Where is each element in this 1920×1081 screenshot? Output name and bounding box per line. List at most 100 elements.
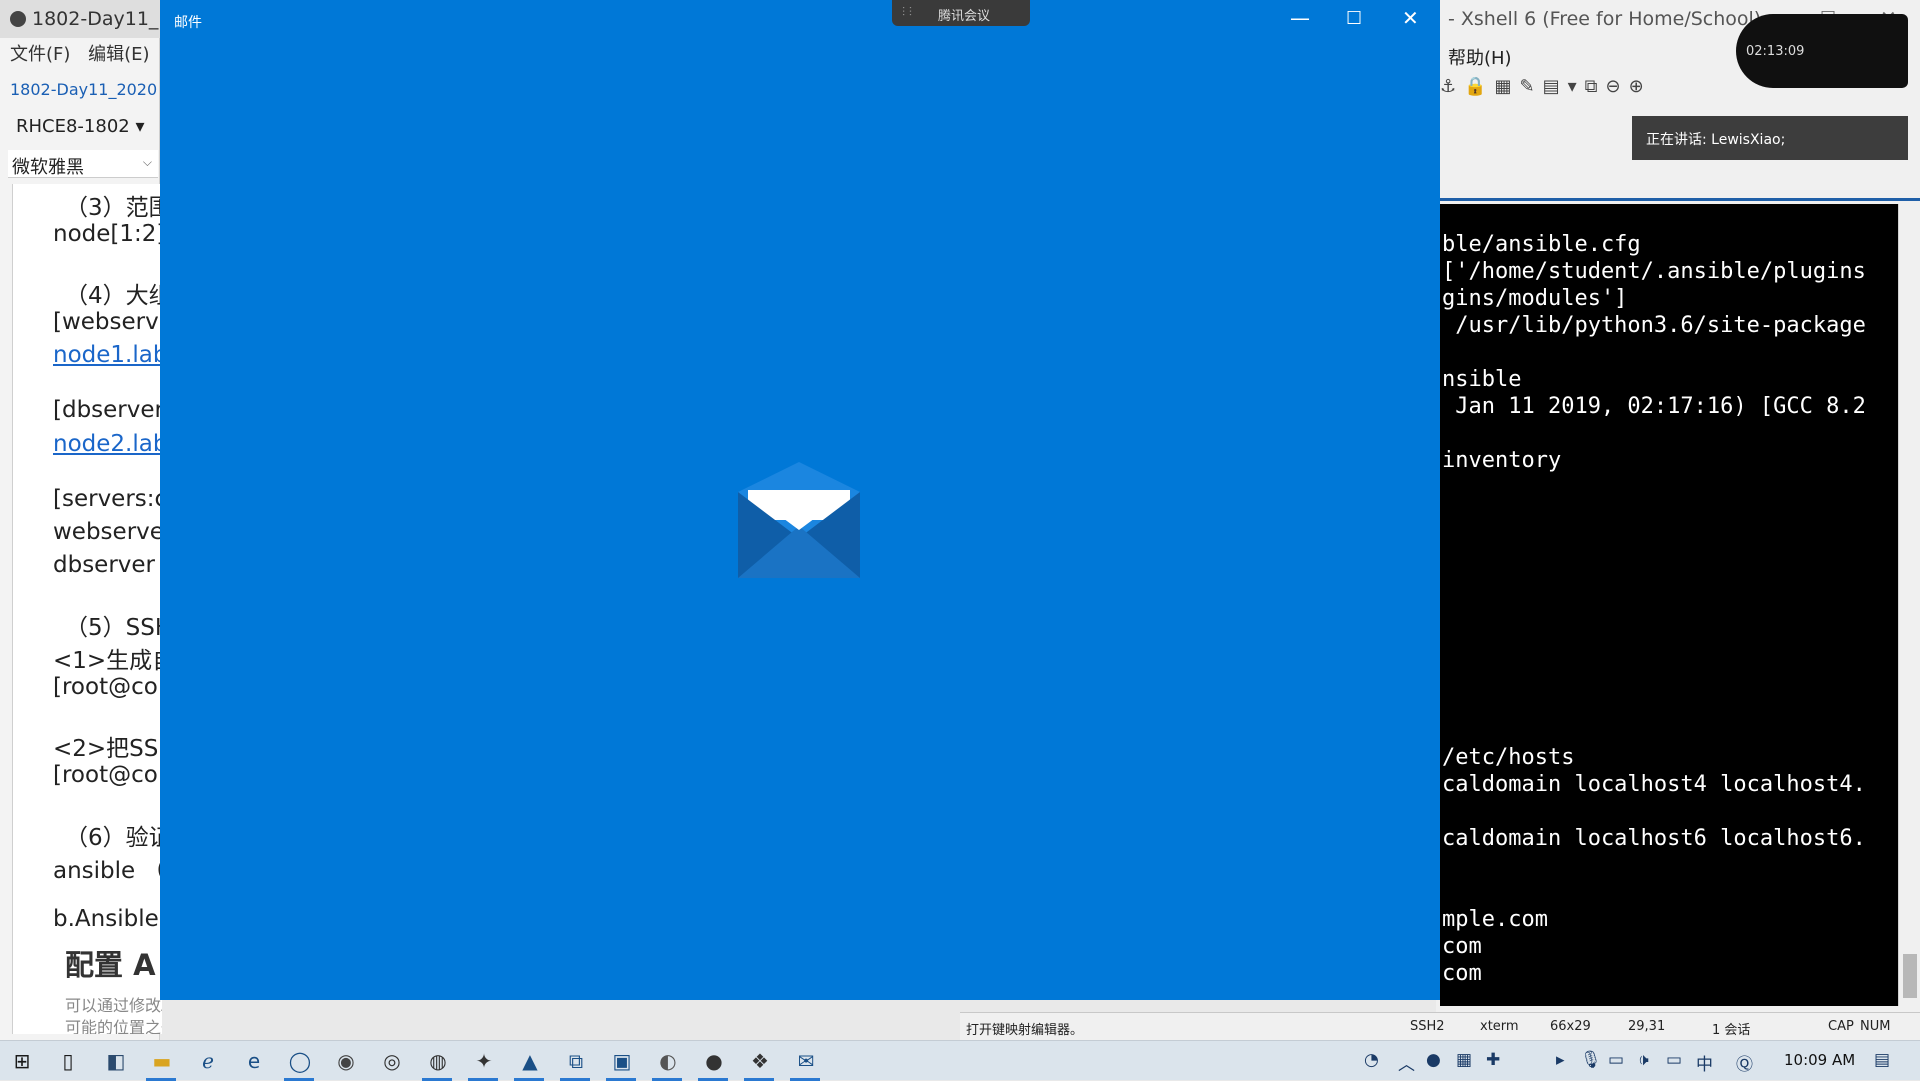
meeting-toolbar[interactable]: ⫶ ⫶ 腾讯会议 bbox=[892, 0, 1030, 26]
doc-line: <1>生成自 bbox=[53, 648, 162, 674]
volume-icon[interactable]: 🕩 bbox=[1638, 1050, 1649, 1070]
terminal-tab-bar bbox=[1440, 198, 1920, 201]
doc-line: dbserver bbox=[53, 552, 156, 578]
chevron-down-icon: ⌵ bbox=[142, 155, 152, 169]
microphone-icon[interactable]: 🎙 bbox=[1580, 1050, 1602, 1070]
app-tray-icon[interactable]: ● bbox=[1426, 1050, 1441, 1070]
qq-tray-icon[interactable]: Ⓠ bbox=[1736, 1050, 1753, 1075]
meeting-label: 腾讯会议 bbox=[938, 9, 991, 24]
terminal-output[interactable]: ble/ansible.cfg ['/home/student/.ansible/… bbox=[1440, 204, 1898, 1006]
terminal-line: com bbox=[1442, 934, 1482, 959]
obs-icon[interactable]: ◎ bbox=[380, 1049, 404, 1073]
terminal-line: ble/ansible.cfg bbox=[1442, 232, 1641, 257]
menu-help[interactable]: 帮助(H) bbox=[1448, 44, 1512, 70]
doc-line: [root@co bbox=[53, 674, 158, 700]
doc-link[interactable]: node2.lab bbox=[53, 431, 162, 457]
battery-icon[interactable]: ▭ bbox=[1608, 1050, 1624, 1070]
notification-icon[interactable]: ▤ bbox=[1874, 1050, 1890, 1070]
network-tray-icon[interactable]: ▦ bbox=[1456, 1050, 1472, 1070]
start-button[interactable]: ⊞ bbox=[10, 1049, 34, 1073]
terminal-icon[interactable]: ▣ bbox=[610, 1049, 634, 1073]
doc-line: <2>把SSH bbox=[53, 736, 162, 762]
media-icon[interactable]: ● bbox=[702, 1049, 726, 1073]
terminal-line: nsible bbox=[1442, 367, 1522, 392]
play-icon[interactable]: ▸ bbox=[1556, 1050, 1565, 1070]
clock[interactable]: 10:09 AM bbox=[1784, 1051, 1855, 1069]
task-view-icon[interactable]: ▯ bbox=[56, 1049, 80, 1073]
xmind-icon[interactable]: ✦ bbox=[472, 1049, 496, 1073]
chevron-up-icon[interactable]: ︿ bbox=[1398, 1050, 1415, 1075]
mail-icon[interactable]: ✉ bbox=[794, 1049, 818, 1073]
cortana-icon[interactable]: ◯ bbox=[288, 1049, 312, 1073]
player-icon[interactable]: ◍ bbox=[426, 1049, 450, 1073]
doc-line: （5）SSH bbox=[65, 615, 162, 641]
doc-line: （4）大组 bbox=[65, 283, 162, 309]
call-timer: 02:13:09 bbox=[1746, 44, 1805, 59]
document-body[interactable]: （3）范围 node[1:2] （4）大组 [webserve node1.la… bbox=[12, 184, 162, 1034]
edge-icon[interactable]: e bbox=[242, 1049, 266, 1073]
teamviewer-icon[interactable]: ⧉ bbox=[564, 1049, 588, 1073]
doc-line: ansible （ bbox=[53, 858, 162, 884]
terminal-line: /etc/hosts bbox=[1442, 745, 1575, 770]
editor-title-bar[interactable]: 1802-Day11_ bbox=[0, 0, 160, 38]
terminal-line: Jan 11 2019, 02:17:16) [GCC 8.2 bbox=[1442, 394, 1866, 419]
browser-icon[interactable]: ◐ bbox=[656, 1049, 680, 1073]
doc-paragraph: 可以通过修改Ansible配置文件中的设置来自定义Ansible安装的行为。An… bbox=[65, 996, 162, 1015]
editor-menubar: 文件(F) 编辑(E) bbox=[0, 40, 160, 68]
font-selector[interactable]: 微软雅黑 ⌵ bbox=[8, 150, 158, 178]
terminal-line: inventory bbox=[1442, 448, 1562, 473]
terminal-line: mple.com bbox=[1442, 907, 1548, 932]
doc-line: （6）验证 bbox=[65, 825, 162, 851]
menu-edit[interactable]: 编辑(E) bbox=[88, 44, 149, 65]
menu-file[interactable]: 文件(F) bbox=[10, 44, 70, 65]
minimize-button[interactable]: — bbox=[1290, 6, 1310, 30]
doc-line: webserve bbox=[53, 519, 162, 545]
close-button[interactable]: ✕ bbox=[1402, 6, 1419, 30]
qq-icon[interactable]: ❖ bbox=[748, 1049, 772, 1073]
app-icon[interactable]: ◧ bbox=[104, 1049, 128, 1073]
doc-heading: 配置 A bbox=[65, 948, 156, 982]
input-method-icon[interactable]: 中 bbox=[1696, 1050, 1713, 1075]
status-size: 66x29 bbox=[1550, 1019, 1591, 1034]
status-protocol: SSH2 bbox=[1410, 1019, 1445, 1034]
doc-line: [root@co bbox=[53, 762, 158, 788]
status-term: xterm bbox=[1480, 1019, 1519, 1034]
drag-handle-icon[interactable]: ⫶ ⫶ bbox=[902, 5, 912, 20]
app-tray-icon[interactable]: ✚ bbox=[1486, 1050, 1500, 1070]
note-tab[interactable]: 1802-Day11_2020 bbox=[10, 80, 157, 99]
app-logo-icon bbox=[10, 11, 26, 27]
terminal-scrollbar[interactable] bbox=[1898, 204, 1920, 1006]
terminal-line: caldomain localhost6 localhost6. bbox=[1442, 826, 1866, 851]
taskbar: ⊞ ▯ ◧ ▬ ℯ e ◯ ◉ ◎ ◍ ✦ ▲ ⧉ ▣ ◐ ● ❖ ✉ ◔ ︿ … bbox=[0, 1040, 1920, 1081]
status-sessions: 1 会话 bbox=[1712, 1023, 1751, 1038]
doc-paragraph: 可能的位置之一选择其配置文件。 bbox=[65, 1018, 162, 1034]
chrome-icon[interactable]: ◉ bbox=[334, 1049, 358, 1073]
notebook-selector[interactable]: RHCE8-1802 ▾ bbox=[16, 116, 145, 137]
photos-icon[interactable]: ▲ bbox=[518, 1049, 542, 1073]
terminal-line: caldomain localhost4 localhost4. bbox=[1442, 772, 1866, 797]
doc-link[interactable]: node1.lab bbox=[53, 342, 162, 368]
terminal-line: /usr/lib/python3.6/site-package bbox=[1442, 313, 1866, 338]
status-hint: 打开键映射编辑器。 bbox=[966, 1023, 1084, 1038]
doc-line: [servers:cl bbox=[53, 486, 162, 512]
scrollbar-thumb[interactable] bbox=[1903, 954, 1917, 998]
xshell-toolbar[interactable]: ⚓🔒▦✎▤▾⧉⊖⊕ bbox=[1440, 76, 1770, 102]
terminal-line: ['/home/student/.ansible/plugins bbox=[1442, 259, 1866, 284]
status-cursor: 29,31 bbox=[1628, 1019, 1666, 1034]
doc-line: [webserve bbox=[53, 309, 162, 335]
xshell-title: - Xshell 6 (Free for Home/School) bbox=[1448, 8, 1762, 30]
editor-title: 1802-Day11_ bbox=[32, 8, 159, 30]
status-cap: CAP bbox=[1828, 1019, 1854, 1034]
status-num: NUM bbox=[1860, 1019, 1891, 1034]
doc-line: （3）范围 bbox=[65, 195, 162, 221]
meeting-tray-icon[interactable]: ◔ bbox=[1364, 1050, 1379, 1070]
monitor-icon[interactable]: ▭ bbox=[1666, 1050, 1682, 1070]
doc-line: [dbserver bbox=[53, 397, 162, 423]
doc-line: node[1:2] bbox=[53, 221, 162, 247]
mail-app-window[interactable]: 邮件 — ☐ ✕ bbox=[160, 0, 1440, 1000]
file-explorer-icon[interactable]: ▬ bbox=[150, 1049, 174, 1073]
maximize-button[interactable]: ☐ bbox=[1346, 8, 1362, 29]
terminal-line: gins/modules'] bbox=[1442, 286, 1628, 311]
ie-icon[interactable]: ℯ bbox=[196, 1049, 220, 1073]
font-name: 微软雅黑 bbox=[12, 157, 84, 178]
